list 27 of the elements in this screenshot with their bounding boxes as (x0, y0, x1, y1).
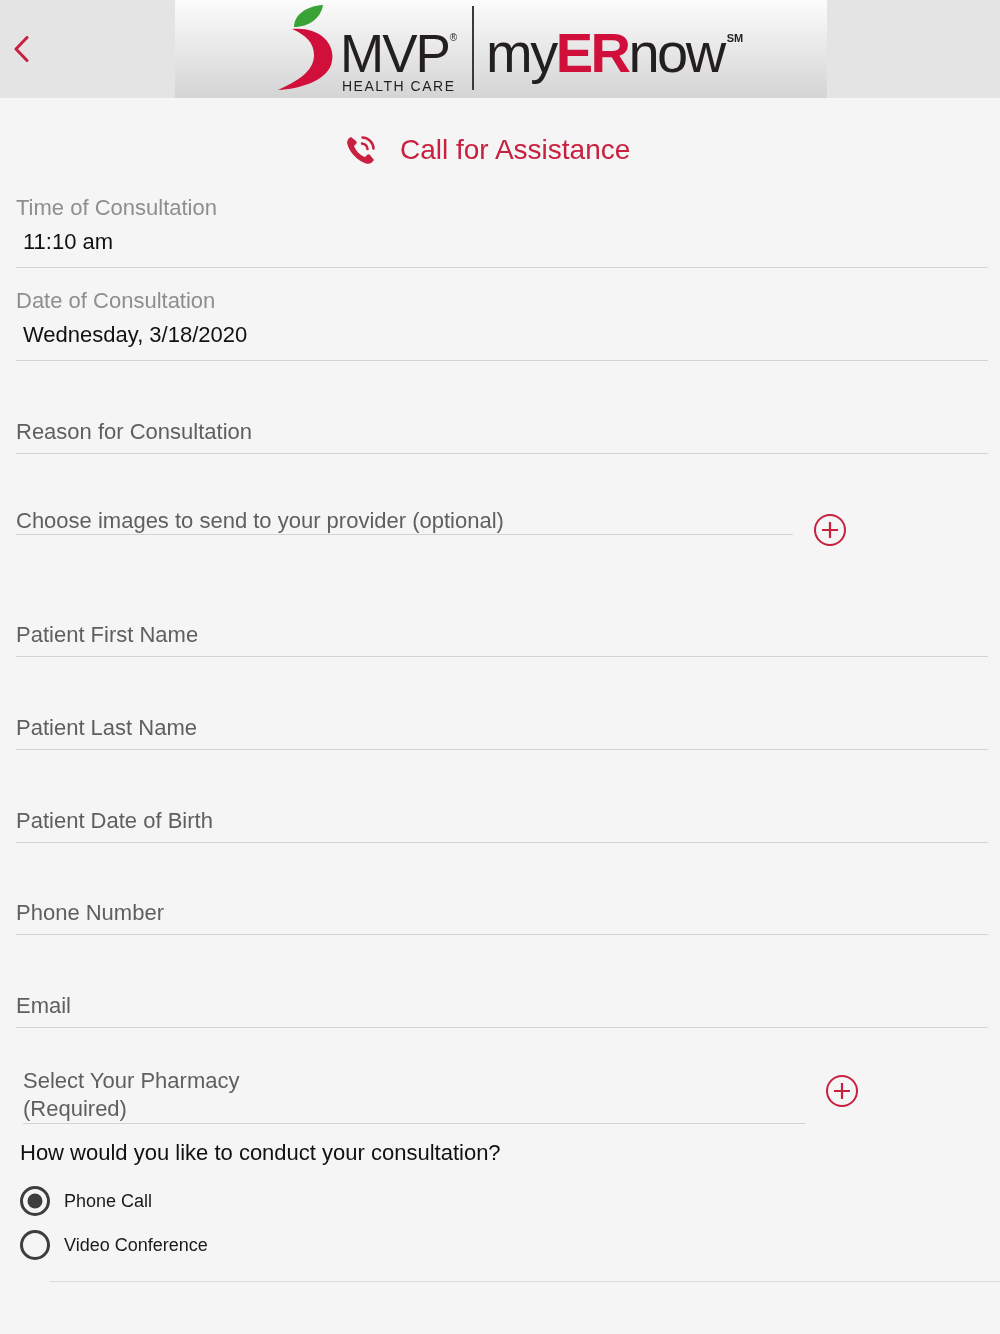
leaf-swoosh-icon (278, 5, 335, 90)
add-icon[interactable] (826, 1075, 858, 1107)
input-field[interactable]: Patient Date of Birth (16, 808, 988, 843)
service-mark: SM (726, 33, 744, 44)
input-field[interactable]: Phone Number (16, 900, 988, 935)
input-field[interactable]: Reason for Consultation (16, 419, 988, 454)
add-icon[interactable] (814, 514, 846, 546)
input-field[interactable]: 11:10 am (16, 229, 988, 268)
field-label: Time of Consultation (16, 195, 217, 221)
brand-name: MVP (340, 27, 449, 80)
input-field[interactable]: Patient Last Name (16, 715, 988, 750)
back-icon[interactable] (13, 36, 29, 62)
option-label[interactable]: Video Conference (64, 1234, 208, 1256)
picker-field[interactable]: Choose images to send to your provider (optional) (16, 508, 793, 535)
brand-tagline: HEALTH CARE (342, 79, 457, 93)
radio-button[interactable] (20, 1230, 50, 1260)
input-field[interactable]: Wednesday, 3/18/2020 (16, 322, 988, 361)
input-field[interactable]: Email (16, 993, 988, 1028)
field-label: Date of Consultation (16, 288, 216, 314)
radio-button[interactable] (20, 1186, 50, 1216)
phone-icon (345, 134, 377, 166)
question-text: How would you like to conduct your consultation? (20, 1140, 501, 1166)
call-button[interactable]: Call for Assistance (345, 134, 631, 166)
option-label[interactable]: Phone Call (64, 1190, 153, 1212)
input-field[interactable]: Patient First Name (16, 622, 988, 657)
registered-mark: ® (449, 33, 458, 43)
picker-field[interactable]: Select Your Pharmacy (Required) (23, 1067, 805, 1124)
